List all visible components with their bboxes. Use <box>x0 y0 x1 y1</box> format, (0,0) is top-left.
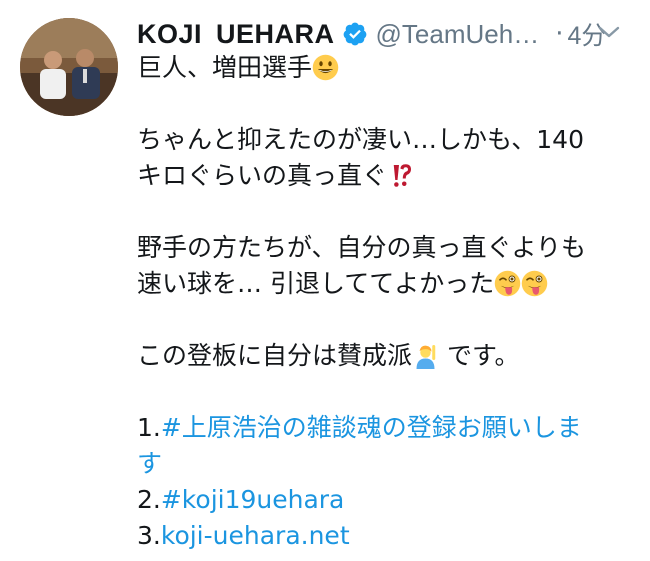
tweet-line-text: 野手の方たちが、自分の真っ直ぐよりも <box>137 233 587 262</box>
person-raising-hand-emoji <box>413 343 438 369</box>
user-handle[interactable]: @TeamUeh… <box>376 19 540 50</box>
display-name[interactable]: KOJI UEHARA <box>137 19 335 50</box>
list-number: 3. <box>137 521 161 550</box>
list-number: 1. <box>137 413 161 442</box>
verified-badge-icon <box>343 22 366 46</box>
avatar[interactable] <box>20 18 118 116</box>
tweet-line-text: 巨人、増田選手 <box>137 53 313 82</box>
tweet-line: 野手の方たちが、自分の真っ直ぐよりも <box>137 230 617 266</box>
interrobang-emoji <box>393 164 412 187</box>
tweet-line-text: キロぐらいの真っ直ぐ <box>137 161 388 190</box>
tweet-text: 巨人、増田選手 ちゃんと抑えたのが凄い…しかも、140 キロぐらいの真っ直ぐ 野… <box>137 50 617 554</box>
hashtag-link[interactable]: #koji19uehara <box>161 485 345 514</box>
winking-face-with-tongue-emoji <box>494 270 521 297</box>
tweet-line: 速い球を… 引退しててよかった <box>137 266 617 302</box>
list-item: 3.koji-uehara.net <box>137 518 617 554</box>
tweet-line-text: ちゃんと抑えたのが凄い…しかも、140 <box>137 125 584 154</box>
list-item-continuation: す <box>137 446 617 482</box>
list-item: 1.#上原浩治の雑談魂の登録お願いしま <box>137 410 617 446</box>
hashtag-link[interactable]: す <box>137 449 162 478</box>
winking-face-with-tongue-emoji <box>521 270 548 297</box>
tweet-line: キロぐらいの真っ直ぐ <box>137 158 617 194</box>
tweet-line: 巨人、増田選手 <box>137 50 617 86</box>
grinning-face-emoji <box>312 54 339 81</box>
separator-dot: · <box>555 19 564 49</box>
hashtag-link[interactable]: #上原浩治の雑談魂の登録お願いしま <box>161 413 582 442</box>
website-link[interactable]: koji-uehara.net <box>161 521 350 550</box>
list-number: 2. <box>137 485 161 514</box>
tweet-line-text: です。 <box>439 341 520 370</box>
tweet[interactable]: KOJI UEHARA @TeamUeh… · 4分 巨人、増田選手 ちゃんと抑… <box>0 0 650 561</box>
avatar-photo <box>20 18 118 116</box>
list-item: 2.#koji19uehara <box>137 482 617 518</box>
tweet-line-text: この登板に自分は賛成派 <box>137 341 413 370</box>
tweet-line-text: 速い球を… 引退しててよかった <box>137 269 495 298</box>
chevron-down-icon[interactable] <box>596 22 622 42</box>
tweet-line: この登板に自分は賛成派 です。 <box>137 338 617 374</box>
tweet-line: ちゃんと抑えたのが凄い…しかも、140 <box>137 122 617 158</box>
